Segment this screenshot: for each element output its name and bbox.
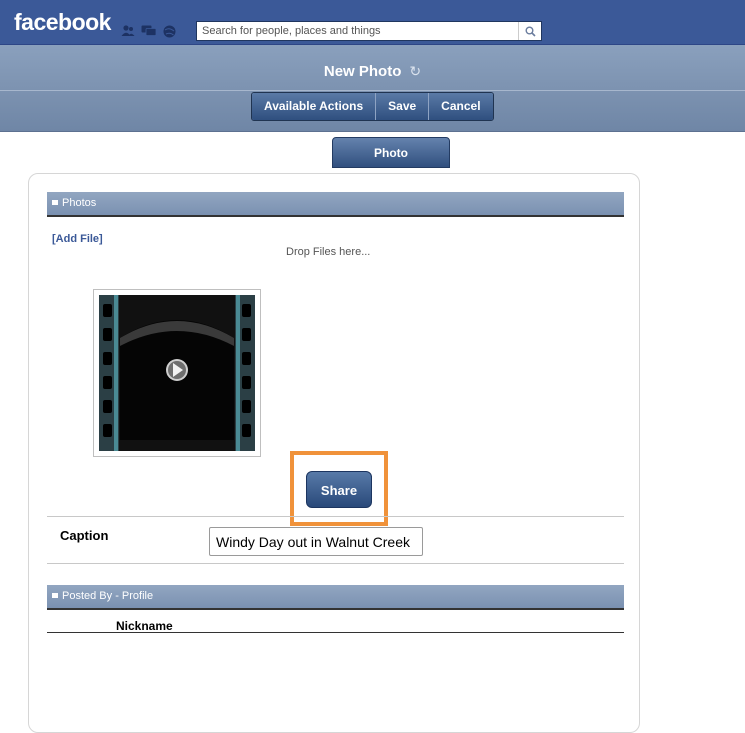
cancel-button[interactable]: Cancel — [429, 93, 493, 120]
facebook-top-bar: facebook — [0, 0, 745, 45]
posted-by-section-header[interactable]: Posted By - Profile — [47, 585, 624, 610]
search-input[interactable] — [197, 22, 527, 40]
page-title: New Photo ↻ — [0, 63, 745, 80]
collapse-icon[interactable] — [52, 593, 58, 599]
title-band: New Photo ↻ Available Actions Save Cancel — [0, 45, 745, 132]
available-actions-button[interactable]: Available Actions — [252, 93, 377, 120]
tab-photo[interactable]: Photo — [332, 137, 450, 168]
save-button[interactable]: Save — [376, 93, 430, 120]
search-box — [196, 21, 542, 41]
divider — [47, 563, 624, 564]
search-icon — [525, 26, 536, 37]
collapse-icon[interactable] — [52, 200, 58, 206]
friends-icon[interactable] — [121, 25, 135, 41]
refresh-icon[interactable]: ↻ — [409, 63, 421, 80]
divider — [47, 516, 624, 517]
add-file-link[interactable]: [Add File] — [52, 233, 103, 245]
page-title-text: New Photo — [323, 63, 402, 80]
photos-section-header[interactable]: Photos — [47, 192, 624, 217]
drop-files-text: Drop Files here... — [286, 246, 371, 258]
table-header-underline — [47, 632, 624, 633]
notifications-icon[interactable] — [163, 25, 176, 41]
title-band-divider — [0, 90, 745, 91]
jewel-icons — [121, 25, 176, 41]
photo-thumbnail[interactable] — [93, 289, 261, 457]
action-button-group: Available Actions Save Cancel — [251, 92, 494, 121]
video-film-icon — [99, 295, 255, 451]
nickname-column-header: Nickname — [116, 619, 173, 633]
posted-by-section-title: Posted By - Profile — [62, 590, 154, 602]
photos-section-title: Photos — [62, 197, 97, 209]
caption-label: Caption — [60, 528, 109, 543]
caption-input[interactable] — [209, 527, 423, 556]
share-button[interactable]: Share — [306, 471, 372, 508]
facebook-logo[interactable]: facebook — [14, 9, 111, 36]
messages-icon[interactable] — [141, 25, 157, 41]
search-button[interactable] — [518, 22, 541, 40]
